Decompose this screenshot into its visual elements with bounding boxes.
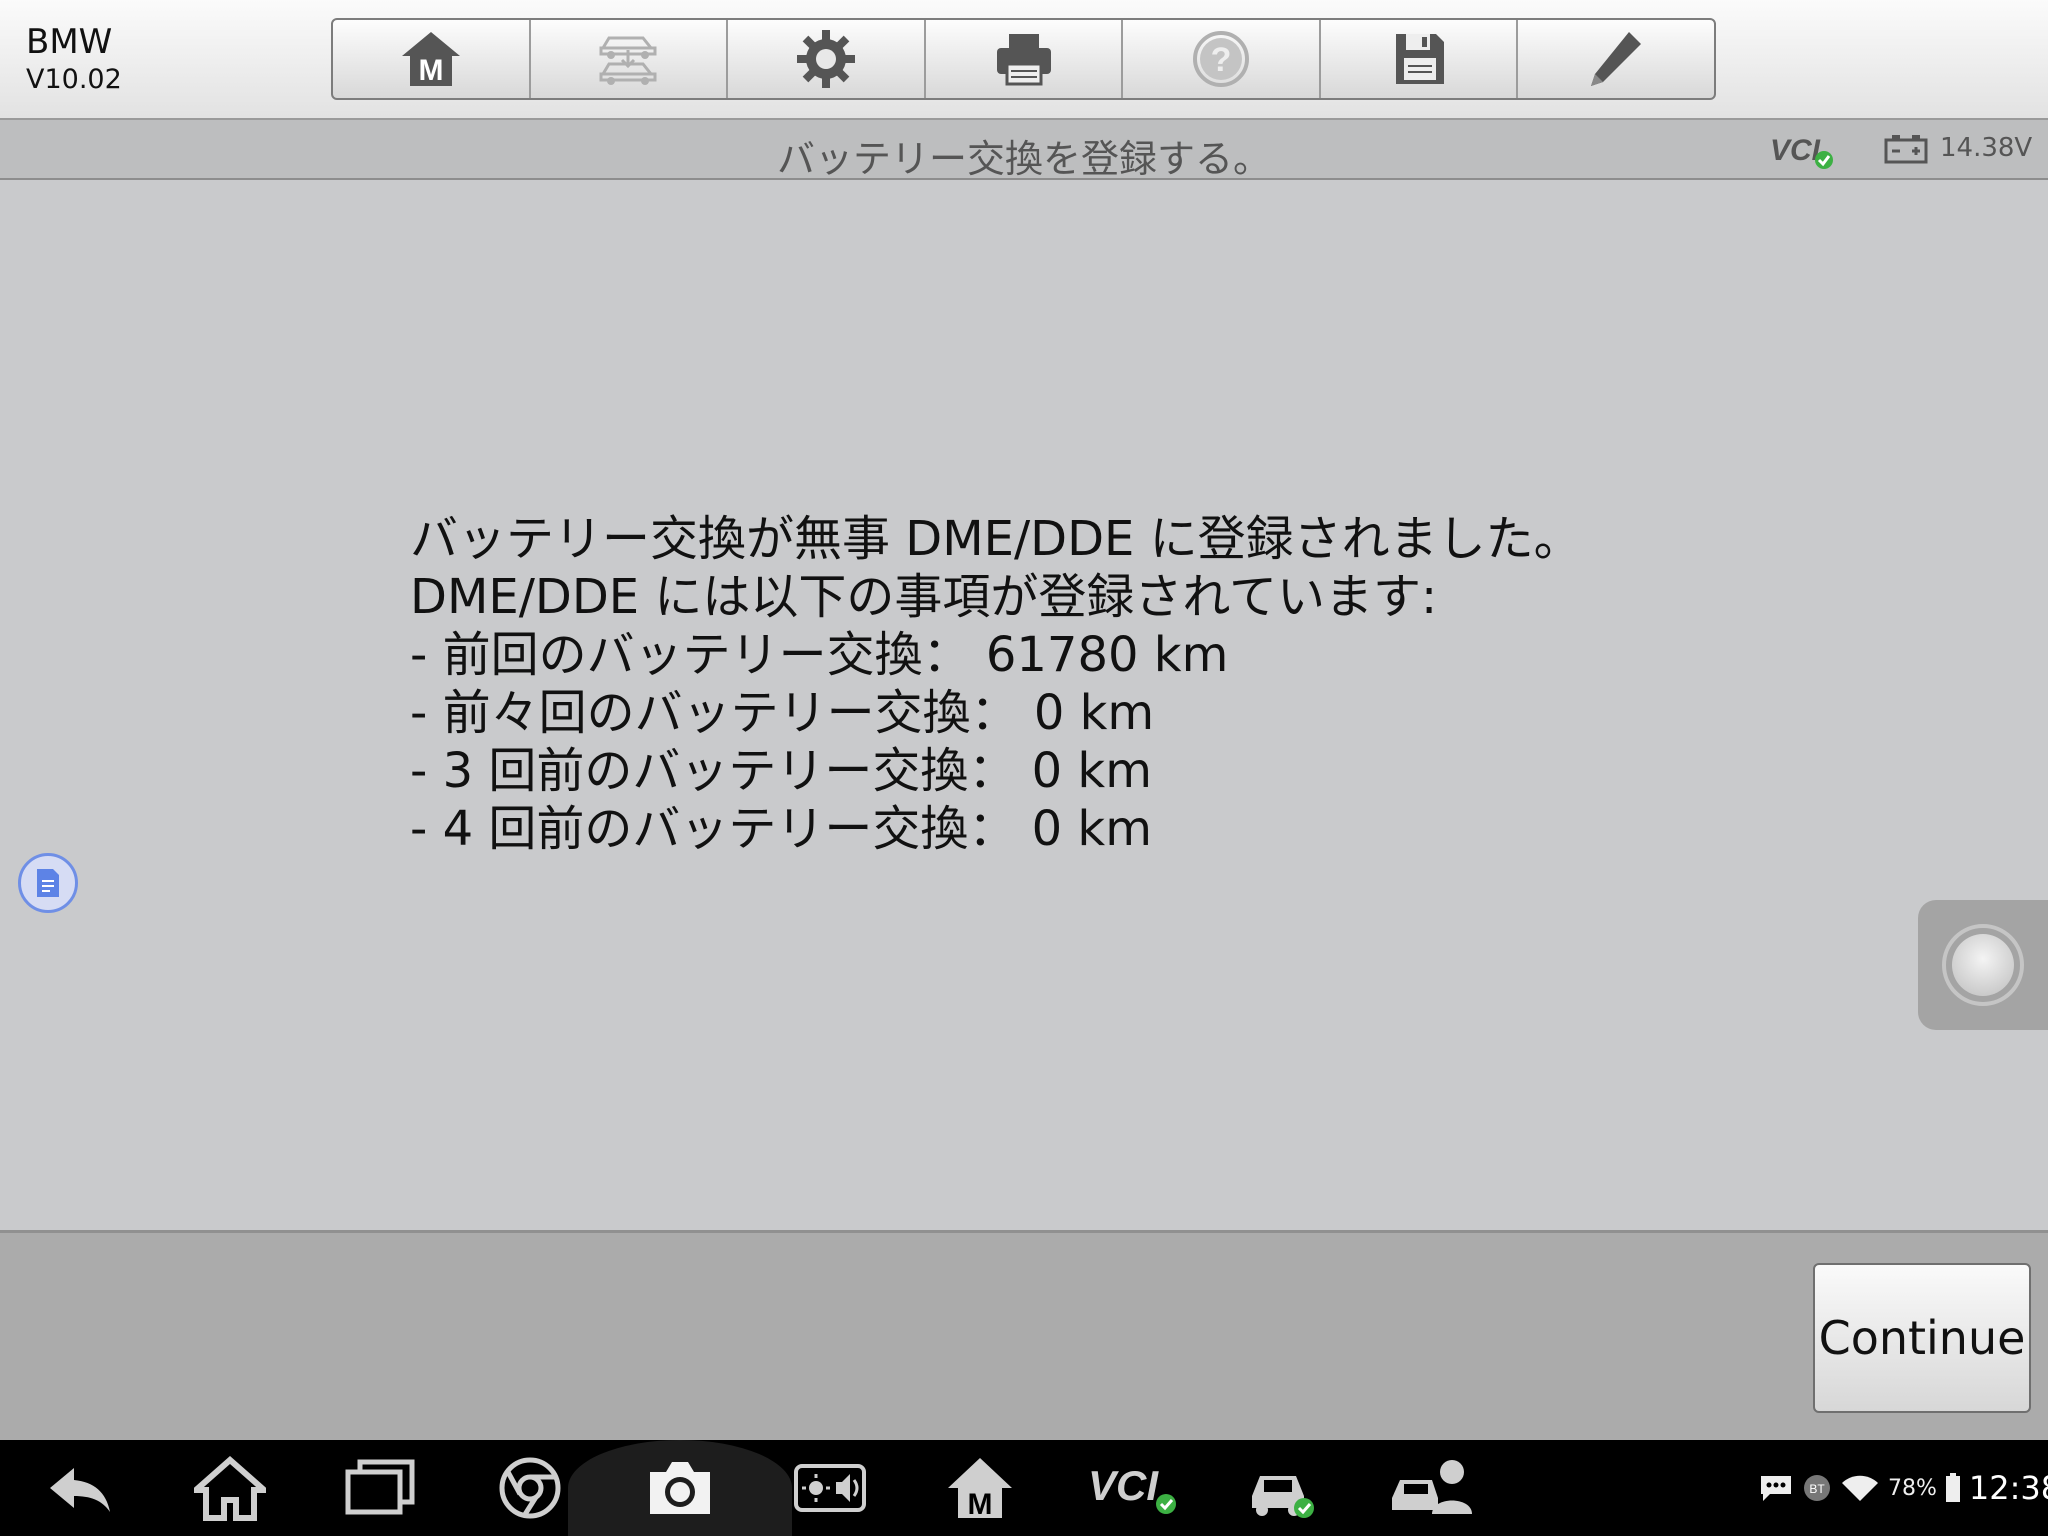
message-line-success: バッテリー交換が無事 DME/DDE に登録されました。 <box>410 511 1582 567</box>
result-message: バッテリー交換が無事 DME/DDE に登録されました。 DME/DDE には以… <box>410 510 1582 858</box>
chrome-browser-icon[interactable] <box>494 1454 566 1522</box>
bluetooth-tether-icon: BT <box>1804 1475 1830 1501</box>
svg-text:BT: BT <box>1809 1482 1825 1496</box>
vehicle-brand: BMW V10.02 <box>26 22 122 98</box>
recent-apps-icon[interactable] <box>344 1454 416 1522</box>
message-line-fourth-previous: - 4 回前のバッテリー交換： 0 km <box>410 801 1152 857</box>
wifi-icon <box>1842 1475 1878 1501</box>
assistive-touch-button[interactable] <box>1918 900 2048 1030</box>
svg-text:M: M <box>418 54 443 87</box>
vci-manager-icon[interactable]: VCI <box>1088 1454 1180 1522</box>
message-icon <box>1761 1476 1791 1501</box>
vehicle-swap-icon <box>599 36 657 85</box>
printer-icon <box>996 34 1051 86</box>
assistive-touch-ring <box>1942 924 2024 1006</box>
edit-button[interactable] <box>1518 20 1714 98</box>
vci-label: VCI <box>1770 134 1821 167</box>
pencil-icon <box>1591 32 1642 86</box>
vehicle-status-icon[interactable] <box>1244 1454 1316 1522</box>
system-navigation-bar: M VCI BT 78% 12:38 <box>0 1440 2048 1536</box>
help-icon: ? <box>1193 31 1250 87</box>
home-m-icon: M <box>401 32 460 87</box>
floating-document-button[interactable] <box>18 853 78 913</box>
battery-icon <box>1884 135 1928 164</box>
gear-icon <box>796 30 855 88</box>
battery-voltage: 14.38V <box>1940 133 2033 163</box>
settings-button[interactable] <box>728 20 926 98</box>
message-line-previous: - 前回のバッテリー交換： 61780 km <box>410 627 1229 683</box>
vehicle-make: BMW <box>26 22 113 62</box>
back-icon[interactable] <box>44 1454 116 1522</box>
maxisys-home-icon[interactable]: M <box>944 1454 1016 1522</box>
content-area: バッテリー交換が無事 DME/DDE に登録されました。 DME/DDE には以… <box>0 180 2048 1230</box>
svg-text:M: M <box>968 1488 993 1521</box>
message-line-third-previous: - 3 回前のバッテリー交換： 0 km <box>410 743 1152 799</box>
title-strip: バッテリー交換を登録する。 VCI 14.38V <box>0 120 2048 181</box>
page-title: バッテリー交換を登録する。 <box>776 137 1271 181</box>
message-line-second-previous: - 前々回のバッテリー交換： 0 km <box>410 685 1155 741</box>
brightness-volume-icon[interactable] <box>794 1454 866 1522</box>
vehicle-swap-button[interactable] <box>531 20 729 98</box>
home-icon[interactable] <box>194 1454 266 1522</box>
top-bar: BMW V10.02 M ? <box>0 0 2048 120</box>
clock: 12:38 <box>1968 1469 2048 1507</box>
vci-connected-icon: VCI <box>1770 134 1833 169</box>
assistive-touch-dot <box>1952 934 2014 996</box>
footer-bar: Continue <box>0 1230 2048 1443</box>
remote-support-icon[interactable] <box>1388 1454 1472 1522</box>
save-icon <box>1395 34 1444 84</box>
save-button[interactable] <box>1321 20 1519 98</box>
svg-text:?: ? <box>1211 41 1232 79</box>
vci-manager-label: VCI <box>1088 1462 1159 1509</box>
message-line-intro: DME/DDE には以下の事項が登録されています: <box>410 569 1438 625</box>
continue-button[interactable]: Continue <box>1813 1263 2031 1413</box>
software-version: V10.02 <box>26 64 122 95</box>
document-icon <box>37 869 59 897</box>
help-button[interactable]: ? <box>1123 20 1321 98</box>
camera-icon[interactable] <box>644 1454 716 1522</box>
battery-percent: 78% <box>1888 1475 1937 1501</box>
toolbar: M ? <box>331 18 1716 100</box>
print-button[interactable] <box>926 20 1124 98</box>
home-button[interactable]: M <box>333 20 531 98</box>
device-battery-icon <box>1945 1473 1960 1502</box>
status-area: BT 78% 12:38 <box>1758 1460 2048 1516</box>
